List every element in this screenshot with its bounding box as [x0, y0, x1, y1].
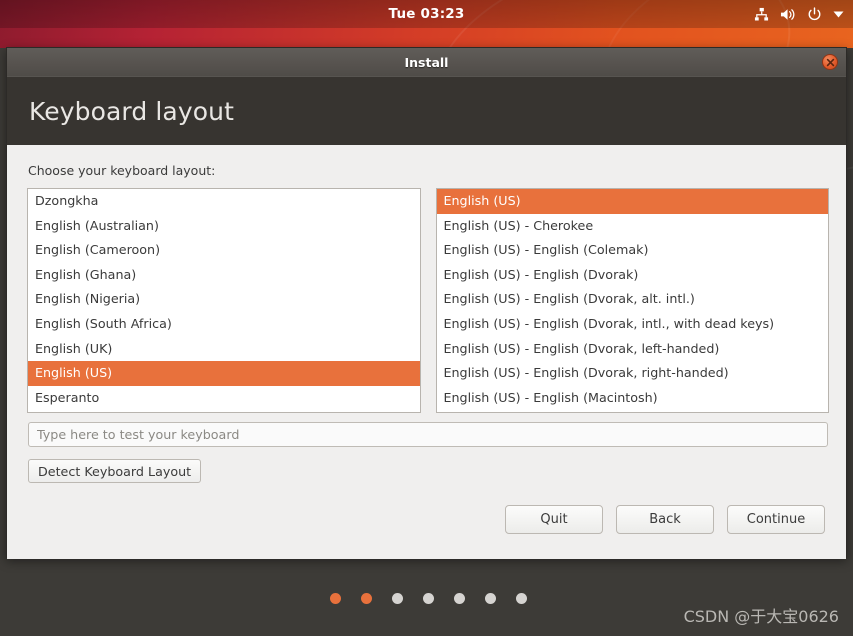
- page-body: Choose your keyboard layout: Dzongkha Eng…: [7, 145, 846, 559]
- power-icon[interactable]: [807, 6, 822, 22]
- detect-keyboard-layout-button[interactable]: Detect Keyboard Layout: [28, 459, 202, 483]
- progress-dots: [330, 593, 527, 604]
- gnome-top-panel: Tue 03:23: [0, 0, 853, 28]
- list-item[interactable]: English (US) - English (Dvorak, alt. int…: [437, 287, 829, 312]
- clock[interactable]: Tue 03:23: [0, 0, 853, 28]
- list-item[interactable]: English (US) - English (Dvorak, left-han…: [437, 337, 829, 362]
- list-item[interactable]: Dzongkha: [28, 189, 420, 214]
- installer-window: Install Keyboard layout Choose your keyb…: [6, 47, 847, 559]
- layout-list-items: Dzongkha English (Australian) English (Cam…: [28, 189, 420, 410]
- volume-icon[interactable]: [780, 7, 796, 22]
- list-item[interactable]: English (US) - English (Macintosh): [437, 386, 829, 411]
- page-header: Keyboard layout: [7, 77, 846, 145]
- list-item[interactable]: English (South Africa): [28, 312, 420, 337]
- screen: Tue 03:23 Install Keyboard layout Choose…: [0, 0, 853, 636]
- status-indicators[interactable]: [754, 0, 844, 28]
- list-item[interactable]: English (US) - English (Colemak): [437, 238, 829, 263]
- list-item[interactable]: English (US): [436, 189, 828, 214]
- list-item[interactable]: Esperanto: [28, 386, 420, 411]
- variant-list-items: English (US) English (US) - Cherokee Engli…: [436, 189, 829, 411]
- choose-layout-label: Choose your keyboard layout:: [28, 163, 216, 178]
- page-title: Keyboard layout: [29, 96, 234, 126]
- list-item[interactable]: English (UK): [28, 337, 420, 362]
- close-button[interactable]: [822, 54, 838, 70]
- list-item[interactable]: English (US) - English (Dvorak, intl., w…: [437, 312, 829, 337]
- network-icon[interactable]: [754, 7, 769, 22]
- layout-listbox[interactable]: Dzongkha English (Australian) English (Cam…: [27, 188, 421, 413]
- list-item[interactable]: English (US) - English (Dvorak, right-ha…: [437, 361, 829, 386]
- list-item[interactable]: English (Australian): [28, 214, 420, 239]
- window-titlebar: Install: [7, 48, 846, 77]
- list-item[interactable]: English (Cameroon): [28, 238, 420, 263]
- list-item[interactable]: English (US) - English (Dvorak): [437, 263, 829, 288]
- progress-dot: [516, 593, 527, 604]
- progress-dot: [454, 593, 465, 604]
- list-item[interactable]: English (Nigeria): [28, 287, 420, 312]
- watermark: CSDN @于大宝0626: [683, 607, 839, 626]
- progress-dot: [485, 593, 496, 604]
- quit-button[interactable]: Quit: [505, 505, 603, 534]
- continue-button[interactable]: Continue: [727, 505, 825, 534]
- back-button[interactable]: Back: [616, 505, 714, 534]
- keyboard-lists: Dzongkha English (Australian) English (Cam…: [27, 188, 829, 413]
- progress-dot: [423, 593, 434, 604]
- progress-dot: [392, 593, 403, 604]
- list-item[interactable]: English (US) - Cherokee: [437, 214, 829, 239]
- list-item[interactable]: English (US): [28, 361, 420, 386]
- progress-dot: [330, 593, 341, 604]
- variant-listbox[interactable]: English (US) English (US) - Cherokee Engli…: [435, 188, 829, 413]
- progress-dot: [361, 593, 372, 604]
- chevron-down-icon[interactable]: [833, 10, 844, 19]
- action-buttons: Quit Back Continue: [505, 505, 825, 534]
- list-item[interactable]: English (Ghana): [28, 263, 420, 288]
- keyboard-test-input[interactable]: [28, 422, 828, 447]
- window-title: Install: [404, 54, 449, 70]
